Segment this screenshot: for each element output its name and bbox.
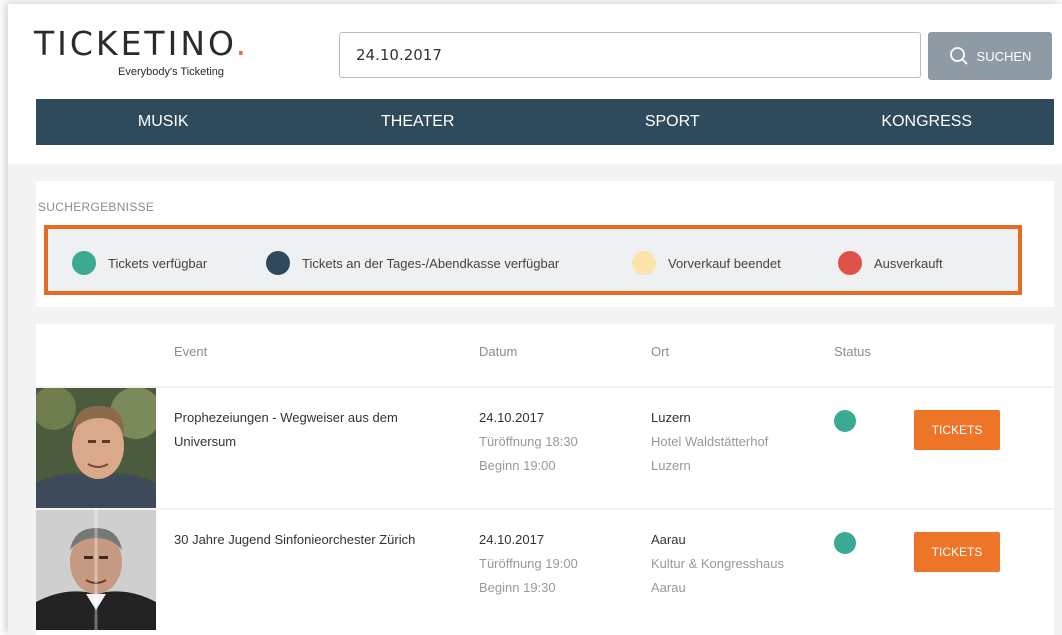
event-date: 24.10.2017 Türöffnung 18:30 Beginn 19:00 [479,406,578,478]
legend-item-available: Tickets verfügbar [72,251,207,275]
tickets-button[interactable]: TICKETS [914,532,1000,572]
doors-time: Türöffnung 19:00 [479,556,578,571]
city: Luzern [651,410,691,425]
legend-label: Ausverkauft [874,255,943,271]
legend-item-box-office: Tickets an der Tages-/Abendkasse verfügb… [266,251,559,275]
status-dot-available [834,410,856,432]
search-button[interactable]: SUCHEN [928,32,1052,80]
legend-label: Tickets verfügbar [108,255,208,271]
nav-item-musik[interactable]: MUSIK [36,99,291,145]
status-dot-presale-ended [632,251,656,275]
date-value: 24.10.2017 [479,532,545,547]
nav-item-sport[interactable]: SPORT [545,99,800,145]
status-dot-available [72,251,96,275]
search-icon [949,47,968,65]
city: Aarau [651,532,686,547]
status-dot-available [834,532,856,554]
legend-label: Vorverkauf beendet [668,255,781,271]
logo-wordmark: TICKETINO [34,24,236,63]
status-dot-sold-out [838,251,862,275]
start-time: Beginn 19:00 [479,458,556,473]
event-date: 24.10.2017 Türöffnung 19:00 Beginn 19:30 [479,528,578,600]
legend-label: Tickets an der Tages-/Abendkasse verfügb… [302,255,560,271]
nav-item-theater[interactable]: THEATER [291,99,546,145]
browser-frame: TICKETINO. Everybody's Ticketing SUCHEN … [8,4,1062,635]
search-button-label: SUCHEN [976,48,1032,64]
column-header-event: Event [174,344,208,359]
event-title-line: 30 Jahre Jugend Sinfonieorchester Zürich [174,532,416,547]
legend-item-sold-out: Ausverkauft [838,251,943,275]
event-title[interactable]: Prophezeiungen - Wegweiser aus dem Unive… [174,406,398,454]
event-title-line: Universum [174,434,237,449]
logo-dot: . [235,24,250,63]
column-header-date: Datum [479,344,518,359]
table-row: 30 Jahre Jugend Sinfonieorchester Zürich… [36,510,1054,635]
tickets-button[interactable]: TICKETS [914,410,1000,450]
event-title[interactable]: 30 Jahre Jugend Sinfonieorchester Zürich [174,528,415,552]
event-image[interactable] [36,388,156,508]
doors-time: Türöffnung 18:30 [479,434,578,449]
status-dot-box-office [266,251,290,275]
start-time: Beginn 19:30 [479,580,556,595]
event-place: Luzern Hotel Waldstätterhof Luzern [651,406,768,478]
search-input[interactable] [339,32,921,78]
main-nav: MUSIK THEATER SPORT KONGRESS [36,99,1054,145]
event-image[interactable] [36,510,156,630]
event-title-line: Prophezeiungen - Wegweiser aus dem [174,410,398,425]
logo[interactable]: TICKETINO. [34,24,249,64]
nav-item-kongress[interactable]: KONGRESS [800,99,1055,145]
venue: Hotel Waldstätterhof [651,434,769,449]
event-place: Aarau Kultur & Kongresshaus Aarau [651,528,784,600]
venue-city: Aarau [651,580,686,595]
venue-city: Luzern [651,458,691,473]
logo-tagline: Everybody's Ticketing [118,66,225,78]
status-legend: Tickets verfügbar Tickets an der Tages-/… [44,225,1022,295]
table-row: Prophezeiungen - Wegweiser aus dem Unive… [36,388,1054,508]
legend-item-presale-ended: Vorverkauf beendet [632,251,781,275]
column-header-status: Status [834,344,871,359]
date-value: 24.10.2017 [479,410,545,425]
results-title: SUCHERGEBNISSE [38,200,155,214]
column-header-place: Ort [651,344,670,359]
site-header: TICKETINO. Everybody's Ticketing SUCHEN … [8,4,1062,164]
venue: Kultur & Kongresshaus [651,556,784,571]
